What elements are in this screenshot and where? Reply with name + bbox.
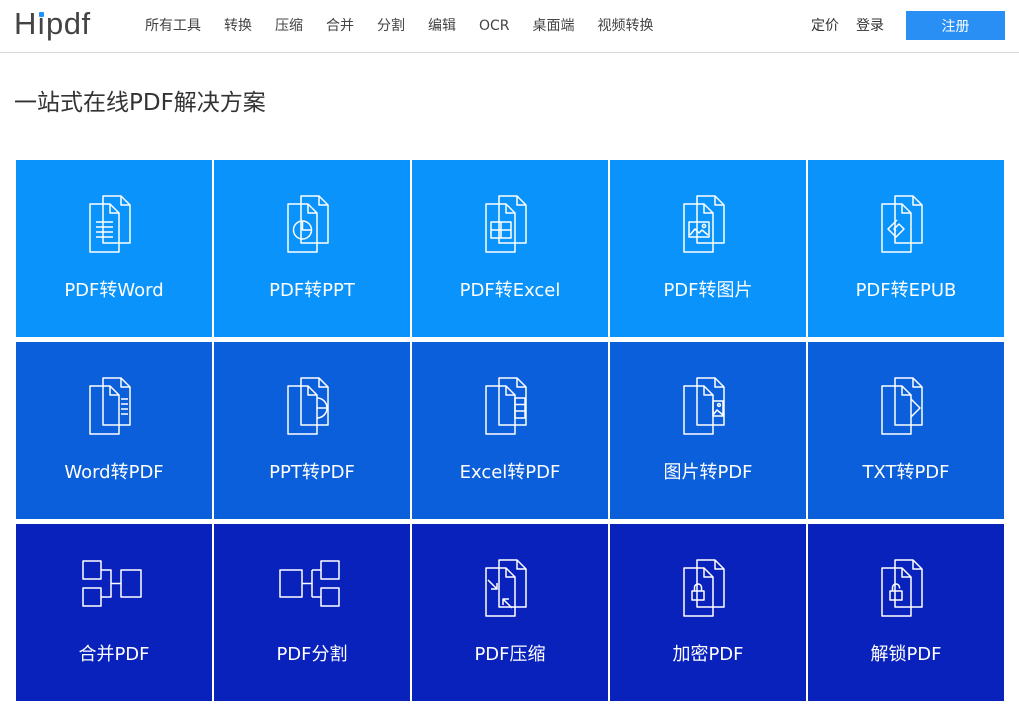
doc-image-icon (673, 191, 743, 261)
tool-label: 加密PDF (672, 644, 744, 665)
nav-video-convert[interactable]: 视频转换 (598, 17, 654, 35)
tool-pdf-to-word[interactable]: PDF转Word (16, 160, 212, 337)
nav-split[interactable]: 分割 (377, 17, 405, 35)
tool-label: PDF压缩 (474, 644, 546, 665)
pricing-link[interactable]: 定价 (811, 12, 839, 40)
tool-unlock-pdf[interactable]: 解锁PDF (808, 524, 1004, 701)
page-headline: 一站式在线PDF解决方案 (14, 90, 266, 116)
main-nav: 所有工具 转换 压缩 合并 分割 编辑 OCR 桌面端 视频转换 (145, 17, 677, 35)
tool-label: PDF转EPUB (855, 280, 957, 301)
tool-image-to-pdf[interactable]: 图片转PDF (610, 342, 806, 519)
tool-label: Excel转PDF (459, 462, 561, 483)
tool-row-from-pdf: PDF转Word PDF转PPT PDF转Excel PDF转图片 PDF转EP… (16, 160, 1004, 337)
tool-row-pdf-tools: 合并PDF PDF分割 PDF压缩 加密PDF 解锁PDF (16, 524, 1004, 701)
tool-label: 解锁PDF (870, 644, 942, 665)
compress-icon (475, 555, 545, 625)
nav-desktop[interactable]: 桌面端 (533, 17, 575, 35)
tool-txt-to-pdf[interactable]: TXT转PDF (808, 342, 1004, 519)
nav-convert[interactable]: 转换 (224, 17, 252, 35)
tool-label: 图片转PDF (663, 462, 753, 483)
hipdf-logo[interactable]: Hı pdf (14, 6, 91, 42)
tool-ppt-to-pdf[interactable]: PPT转PDF (214, 342, 410, 519)
tool-row-to-pdf: Word转PDF PPT转PDF Excel转PDF 图片转PDF TXT转PD… (16, 342, 1004, 519)
merge-icon (79, 555, 149, 625)
tool-word-to-pdf[interactable]: Word转PDF (16, 342, 212, 519)
tool-label: PDF转Word (64, 280, 164, 301)
nav-compress[interactable]: 压缩 (275, 17, 303, 35)
tool-label: PDF转Excel (459, 280, 561, 301)
tool-label: PDF分割 (276, 644, 348, 665)
lock-icon (673, 555, 743, 625)
unlock-icon (871, 555, 941, 625)
tool-label: PDF转PPT (269, 280, 355, 301)
tool-label: TXT转PDF (862, 462, 950, 483)
nav-merge[interactable]: 合并 (326, 17, 354, 35)
tool-excel-to-pdf[interactable]: Excel转PDF (412, 342, 608, 519)
tool-split-pdf[interactable]: PDF分割 (214, 524, 410, 701)
header-actions: 定价 登录 注册 (811, 11, 1005, 40)
doc-table-icon (475, 191, 545, 261)
doc-pie-icon (277, 191, 347, 261)
image-to-pdf-icon (673, 373, 743, 443)
doc-epub-icon (871, 191, 941, 261)
excel-to-pdf-icon (475, 373, 545, 443)
top-header: Hı pdf 所有工具 转换 压缩 合并 分割 编辑 OCR 桌面端 视频转换 定… (0, 0, 1019, 53)
nav-edit[interactable]: 编辑 (428, 17, 456, 35)
txt-to-pdf-icon (871, 373, 941, 443)
doc-lines-icon (79, 191, 149, 261)
tool-label: Word转PDF (64, 462, 164, 483)
tool-pdf-to-ppt[interactable]: PDF转PPT (214, 160, 410, 337)
tool-label: PPT转PDF (269, 462, 355, 483)
nav-all-tools[interactable]: 所有工具 (145, 17, 201, 35)
login-link[interactable]: 登录 (856, 12, 884, 40)
split-icon (277, 555, 347, 625)
tool-compress-pdf[interactable]: PDF压缩 (412, 524, 608, 701)
signup-button[interactable]: 注册 (906, 11, 1005, 40)
tool-encrypt-pdf[interactable]: 加密PDF (610, 524, 806, 701)
tool-label: 合并PDF (78, 644, 150, 665)
ppt-to-pdf-icon (277, 373, 347, 443)
tool-label: PDF转图片 (663, 280, 753, 301)
tool-pdf-to-epub[interactable]: PDF转EPUB (808, 160, 1004, 337)
tool-grid: PDF转Word PDF转PPT PDF转Excel PDF转图片 PDF转EP… (16, 160, 1004, 706)
word-to-pdf-icon (79, 373, 149, 443)
tool-merge-pdf[interactable]: 合并PDF (16, 524, 212, 701)
nav-ocr[interactable]: OCR (479, 17, 510, 35)
tool-pdf-to-excel[interactable]: PDF转Excel (412, 160, 608, 337)
tool-pdf-to-image[interactable]: PDF转图片 (610, 160, 806, 337)
